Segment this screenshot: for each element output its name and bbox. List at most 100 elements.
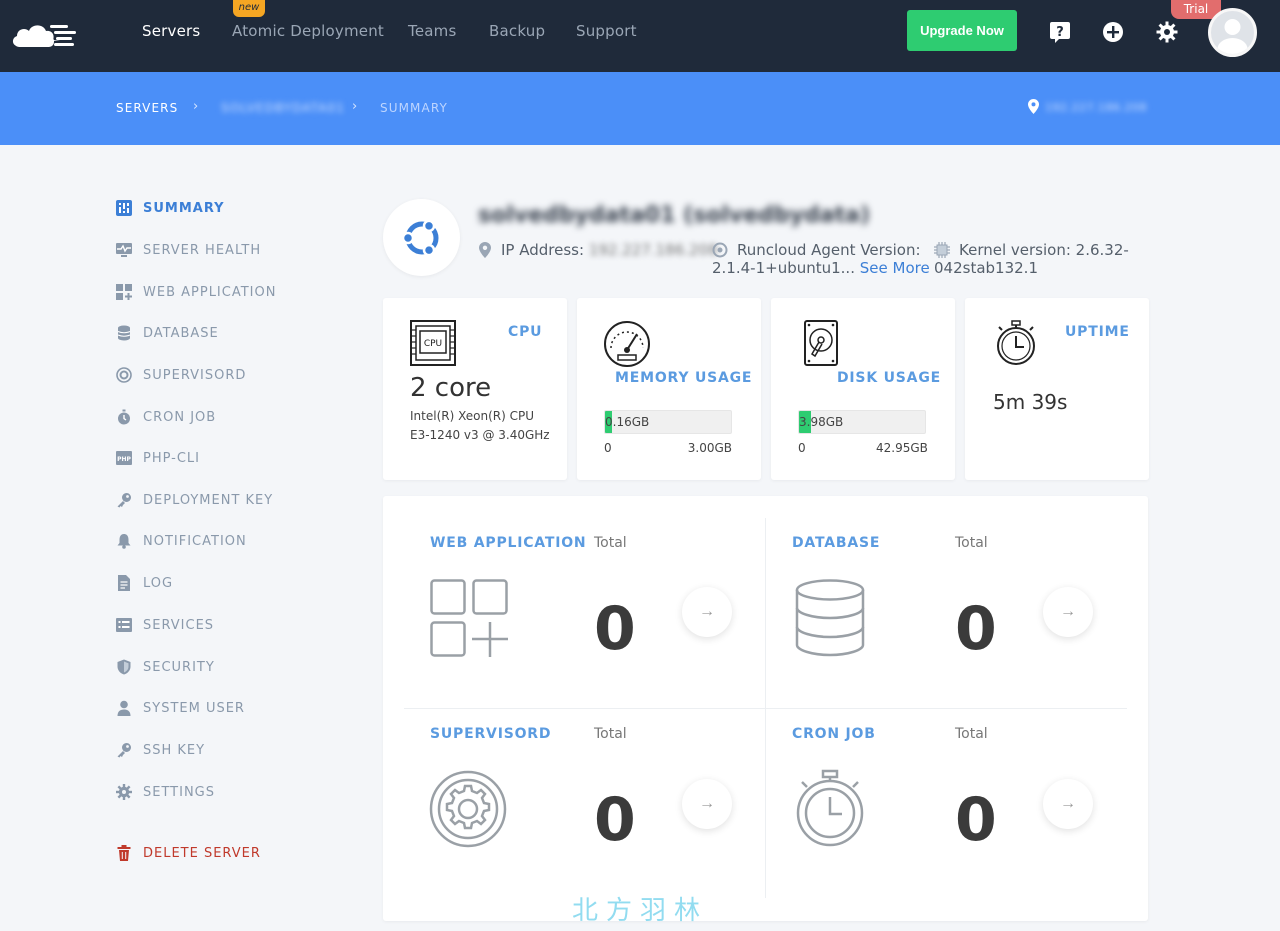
supervisord-gear-icon (429, 770, 507, 848)
sidebar-item-label: SETTINGS (143, 784, 216, 800)
arrow-right-icon: → (1060, 603, 1076, 620)
sidebar-item-label: NOTIFICATION (143, 533, 247, 549)
sidebar-item-php-cli[interactable]: PHP PHP-CLI (116, 448, 200, 468)
disk-usage-card: DISK USAGE 3.98GB 0 42.95GB (771, 298, 955, 480)
sidebar-item-label: DEPLOYMENT KEY (143, 492, 274, 508)
cpu-icon-text: CPU (424, 339, 442, 349)
sidebar-item-system-user[interactable]: SYSTEM USER (116, 698, 245, 718)
ip-address-row: IP Address: 192.227.186.208 (501, 241, 718, 259)
kernel-version-line2: 042stab132.1 (934, 259, 1038, 277)
sidebar-item-label: SERVICES (143, 617, 215, 633)
top-navigation: Servers new Atomic Deployment Teams Back… (0, 0, 1280, 72)
sidebar-item-services[interactable]: SERVICES (116, 615, 214, 635)
ip-address-label: IP Address: (501, 241, 585, 259)
uptime-card: UPTIME 5m 39s (965, 298, 1149, 480)
runcloud-logo[interactable] (10, 14, 80, 54)
svg-text:?: ? (1056, 25, 1064, 40)
stopwatch-icon (116, 409, 132, 425)
hard-disk-icon (804, 320, 838, 366)
sidebar-item-delete-server[interactable]: DELETE SERVER (116, 843, 261, 863)
arrow-right-icon: → (699, 795, 715, 812)
disk-usage-bar: 3.98GB (798, 410, 926, 434)
breadcrumb-servers[interactable]: SERVERS (116, 101, 178, 115)
database-count: 0 (955, 594, 997, 664)
sidebar-item-ssh-key[interactable]: SSH KEY (116, 740, 205, 760)
sidebar-item-deployment-key[interactable]: DEPLOYMENT KEY (116, 490, 273, 510)
sidebar-item-label: WEB APPLICATION (143, 284, 277, 300)
uptime-title: UPTIME (1065, 324, 1130, 340)
server-name: solvedbydata01 (solvedbydata) (478, 203, 870, 228)
sidebar-item-label: SYSTEM USER (143, 700, 245, 716)
sidebar-item-label: SSH KEY (143, 742, 206, 758)
nav-backup[interactable]: Backup (489, 22, 545, 40)
sidebar-item-label: LOG (143, 575, 174, 591)
php-icon-text: PHP (117, 456, 131, 463)
web-application-count: 0 (594, 594, 636, 664)
agent-version-line2: 2.1.4-1+ubuntu1... See More (712, 259, 930, 277)
nav-teams[interactable]: Teams (408, 22, 456, 40)
see-more-link[interactable]: See More (860, 259, 930, 277)
memory-min: 0 (604, 441, 612, 455)
cpu-cores: 2 core (410, 373, 492, 403)
sidebar-item-supervisord[interactable]: SUPERVISORD (116, 365, 246, 385)
gear-icon (116, 784, 132, 800)
delete-server-label: DELETE SERVER (143, 845, 261, 861)
database-title: DATABASE (792, 535, 881, 551)
supervisord-open-button[interactable]: → (682, 779, 732, 829)
nav-atomic-deployment[interactable]: Atomic Deployment (232, 22, 384, 40)
memory-max: 3.00GB (687, 441, 732, 455)
location-pin-icon (479, 242, 491, 258)
database-icon (116, 325, 132, 341)
user-avatar[interactable] (1208, 8, 1257, 57)
web-application-title: WEB APPLICATION (430, 535, 587, 551)
ubuntu-os-badge (383, 199, 460, 276)
breadcrumb-bar: SERVERS › SOLVEDBYDATA01 › SUMMARY 192.2… (0, 72, 1280, 145)
disk-max: 42.95GB (876, 441, 928, 455)
nav-servers[interactable]: Servers (142, 22, 200, 40)
cron-job-open-button[interactable]: → (1043, 779, 1093, 829)
settings-gear-icon[interactable] (1156, 21, 1178, 43)
web-application-total-label: Total (594, 535, 627, 551)
services-list-icon (116, 617, 132, 633)
cron-job-title: CRON JOB (792, 726, 876, 742)
sidebar-item-cron-job[interactable]: CRON JOB (116, 407, 216, 427)
upgrade-now-button[interactable]: Upgrade Now (907, 10, 1017, 51)
disk-used: 3.98GB (799, 415, 844, 429)
agent-version-value: 2.1.4-1+ubuntu1... (712, 259, 855, 277)
monitor-health-icon (116, 242, 132, 258)
disk-title: DISK USAGE (837, 370, 941, 386)
sidebar-item-database[interactable]: DATABASE (116, 323, 219, 343)
memory-used: 0.16GB (605, 415, 650, 429)
sidebar-item-web-application[interactable]: WEB APPLICATION (116, 282, 276, 302)
web-application-open-button[interactable]: → (682, 587, 732, 637)
sidebar-item-settings[interactable]: SETTINGS (116, 782, 215, 802)
nav-support[interactable]: Support (576, 22, 637, 40)
add-icon[interactable] (1102, 21, 1124, 43)
user-icon (116, 700, 132, 716)
location-pin-icon (1028, 99, 1039, 114)
agent-target-icon (712, 242, 728, 258)
sidebar-item-security[interactable]: SECURITY (116, 657, 215, 677)
sidebar-item-label: CRON JOB (143, 409, 217, 425)
database-open-button[interactable]: → (1043, 587, 1093, 637)
user-silhouette-icon (1217, 19, 1248, 54)
memory-title: MEMORY USAGE (615, 370, 753, 386)
ubuntu-logo-icon (401, 219, 438, 256)
sidebar-item-server-health[interactable]: SERVER HEALTH (116, 240, 261, 260)
sidebar-item-log[interactable]: LOG (116, 573, 173, 593)
database-total-label: Total (955, 535, 988, 551)
breadcrumb-current: SUMMARY (380, 101, 448, 115)
web-app-grid-icon (430, 579, 508, 657)
agent-version-line1: Runcloud Agent Version: (737, 241, 921, 259)
key-icon (116, 492, 132, 508)
cron-job-count: 0 (955, 785, 997, 855)
shield-icon (116, 659, 132, 675)
memory-usage-bar: 0.16GB (604, 410, 732, 434)
bell-icon (116, 533, 132, 549)
summary-icon (116, 200, 132, 216)
help-icon[interactable]: ? (1049, 21, 1071, 43)
sidebar-item-notification[interactable]: NOTIFICATION (116, 531, 247, 551)
sidebar-item-label: SERVER HEALTH (143, 242, 262, 258)
breadcrumb-server-name[interactable]: SOLVEDBYDATA01 (221, 101, 345, 115)
sidebar-item-summary[interactable]: SUMMARY (116, 198, 225, 218)
